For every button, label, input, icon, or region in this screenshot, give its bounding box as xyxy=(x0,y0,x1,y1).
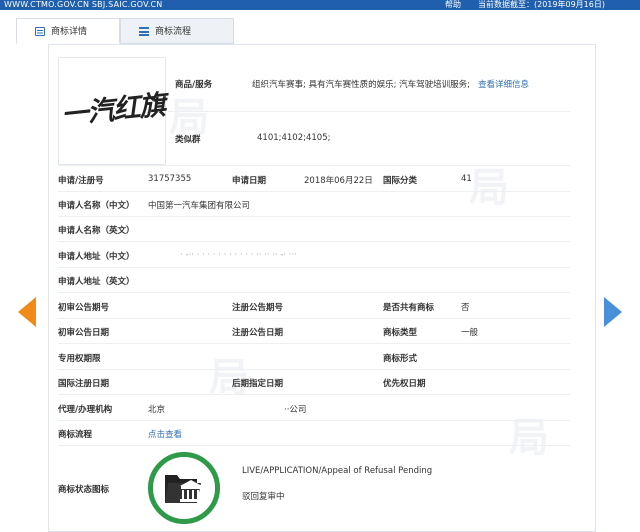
watermark: 局 xyxy=(469,164,509,211)
registration-number-label: 申请/注册号 xyxy=(58,176,104,186)
trademark-process-label: 商标流程 xyxy=(58,430,93,440)
international-class-label: 国际分类 xyxy=(383,176,418,186)
trademark-form-label: 商标形式 xyxy=(383,354,418,364)
registration-number-value: 31757355 xyxy=(148,174,192,184)
divider xyxy=(58,318,570,319)
help-link[interactable]: 帮助 xyxy=(445,0,461,10)
document-icon xyxy=(35,27,45,36)
status-text-cn: 驳回复审中 xyxy=(242,492,285,502)
applicant-name-cn-value: 中国第一汽车集团有限公司 xyxy=(148,201,251,211)
goods-services-value: 组织汽车赛事; 具有汽车赛性质的娱乐; 汽车驾驶培训服务; xyxy=(252,80,470,90)
tab-trademark-process[interactable]: 商标流程 xyxy=(120,18,234,44)
trademark-logo-text: 一汽红旗 xyxy=(59,89,167,132)
similar-group-label: 类似群 xyxy=(175,135,201,145)
divider xyxy=(58,420,570,421)
watermark: 局 xyxy=(509,414,549,461)
divider xyxy=(58,394,570,395)
tab-trademark-detail[interactable]: 商标详情 xyxy=(16,18,120,44)
agent-value-suffix: ··公司 xyxy=(284,405,307,415)
similar-group-value: 4101;4102;4105; xyxy=(257,133,331,143)
applicant-address-cn-value: · -·· · · · · · · · · · · · ·· ·· ·· -· … xyxy=(180,250,297,260)
divider xyxy=(58,191,570,192)
tab-label: 商标详情 xyxy=(51,27,88,37)
application-date-value: 2018年06月22日 xyxy=(304,176,373,186)
view-details-link[interactable]: 查看详细信息 xyxy=(478,78,529,90)
trademark-type-label: 商标类型 xyxy=(383,328,418,338)
trademark-type-value: 一般 xyxy=(461,328,479,338)
international-registration-date-label: 国际注册日期 xyxy=(58,379,110,389)
shared-trademark-value: 否 xyxy=(461,303,470,313)
divider xyxy=(58,267,570,268)
goods-services-label: 商品/服务 xyxy=(175,80,213,90)
registration-publication-date-label: 注册公告日期 xyxy=(232,328,284,338)
divider xyxy=(58,343,570,344)
applicant-name-en-label: 申请人名称（英文） xyxy=(58,226,135,236)
prelim-publication-date-label: 初审公告日期 xyxy=(58,328,110,338)
list-icon xyxy=(139,27,149,36)
applicant-address-cn-label: 申请人地址（中文） xyxy=(58,252,135,262)
shared-trademark-label: 是否共有商标 xyxy=(383,303,435,313)
status-icon-label: 商标状态图标 xyxy=(58,485,110,495)
tab-label: 商标流程 xyxy=(155,27,192,37)
database-date-text: 当前数据截至：(2019年09月16日) xyxy=(478,0,605,9)
click-to-view-link[interactable]: 点击查看 xyxy=(148,428,182,440)
registration-publication-number-label: 注册公告期号 xyxy=(232,303,284,313)
folder-courthouse-icon xyxy=(148,452,220,524)
divider xyxy=(58,165,570,166)
divider xyxy=(58,241,570,242)
prelim-publication-number-label: 初审公告期号 xyxy=(58,303,110,313)
site-url-text: WWW.CTMO.GOV.CN SBJ.SAIC.GOV.CN xyxy=(4,0,163,9)
divider xyxy=(58,445,570,446)
divider xyxy=(168,111,570,112)
top-bar: WWW.CTMO.GOV.CN SBJ.SAIC.GOV.CN 帮助 当前数据截… xyxy=(0,0,640,10)
priority-date-label: 优先权日期 xyxy=(383,379,426,389)
arrow-right-icon[interactable] xyxy=(604,297,622,327)
divider xyxy=(58,216,570,217)
applicant-address-en-label: 申请人地址（英文） xyxy=(58,277,135,287)
agent-value: 北京 xyxy=(148,405,166,415)
later-designation-date-label: 后期指定日期 xyxy=(232,379,284,389)
divider xyxy=(58,369,570,370)
exclusive-period-label: 专用权期限 xyxy=(58,354,101,364)
arrow-left-icon[interactable] xyxy=(18,297,36,327)
application-date-label: 申请日期 xyxy=(232,176,267,186)
status-text-en: LIVE/APPLICATION/Appeal of Refusal Pendi… xyxy=(242,466,433,476)
international-class-value: 41 xyxy=(461,174,472,184)
agent-label: 代理/办理机构 xyxy=(58,405,113,415)
divider xyxy=(58,292,570,293)
applicant-name-cn-label: 申请人名称（中文） xyxy=(58,201,135,211)
trademark-image: 一汽红旗 xyxy=(58,57,167,165)
